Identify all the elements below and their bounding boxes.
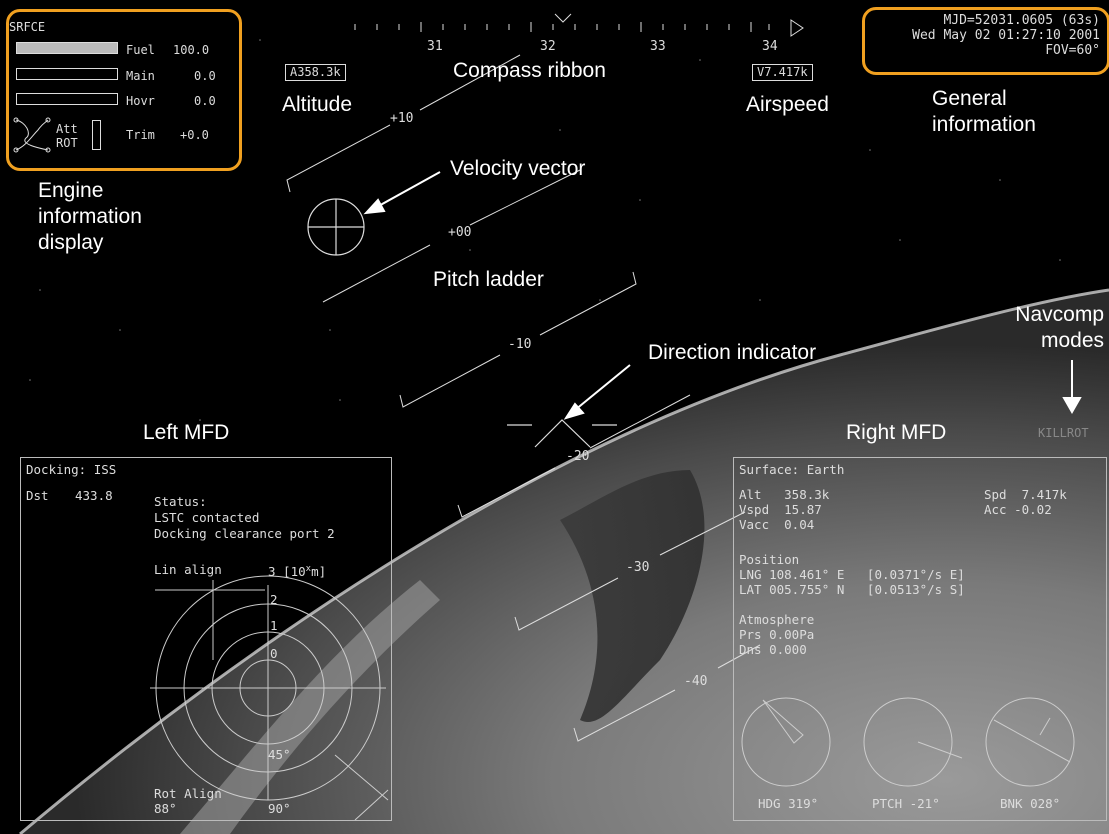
scale-mark-1: 1 [270,618,278,633]
caption-direction-indicator: Direction indicator [648,341,817,364]
angle-45-label: 45° [268,747,291,762]
hdg-readout: HDG 319° [758,796,819,811]
bnk-readout: BNK 028° [1000,796,1061,811]
pitch-label-minus20: -20 [566,449,590,464]
ptch-readout: PTCH -21° [872,796,940,811]
pitch-label-minus10: -10 [508,337,532,352]
left-mfd-status-1: Status: [154,494,207,509]
angle-90-label: 90° [268,801,291,816]
caption-altitude: Altitude [282,93,353,116]
right-mfd-lng: LNG 108.461° E [0.0371°/s E] [739,567,965,582]
caption-right-mfd: Right MFD [846,421,947,444]
pitch-rung-00 [322,244,431,303]
pitch-label-minus40: -40 [684,674,708,689]
left-mfd-status-3: Docking clearance port 2 [154,526,335,541]
caption-velocity-vector: Velocity vector [450,157,586,180]
caption-left-mfd: Left MFD [143,421,230,444]
pitch-rung-minus10 [399,354,501,408]
right-mfd-title: Surface: Earth [739,462,845,477]
left-mfd-dst-label: Dst [26,488,49,503]
scale-mark-0: 0 [270,646,278,661]
lin-align-scale: 3 [10xm] [268,564,327,580]
caption-airspeed: Airspeed [746,93,829,116]
pitch-label-00: +00 [448,225,472,240]
right-mfd-lat: LAT 005.755° N [0.0513°/s S] [739,582,965,597]
rot-align-value: 88° [154,801,177,816]
left-mfd-title: Docking: ISS [26,462,117,477]
pitch-rung-minus10-right [539,271,637,336]
navcomp-mode-label: KILLROT [1038,426,1089,440]
right-mfd-prs: Prs 0.00Pa [739,627,815,642]
pitch-rung-minus20-right [589,394,691,449]
pitch-rung-minus20 [457,467,556,518]
caption-pitch-ladder: Pitch ladder [433,268,544,291]
pitch-label-minus30: -30 [626,560,650,575]
scale-mark-2: 2 [270,592,278,607]
right-mfd-acc: Acc -0.02 [984,502,1052,517]
caption-engine-info: Engine information display [38,179,142,254]
callout-arrows [363,171,1082,420]
pitch-label-plus10: +10 [390,111,414,126]
pitch-rung-minus30 [514,577,619,631]
pitch-rung-plus10 [286,124,391,193]
caption-general-info: General information [932,87,1036,136]
right-mfd-alt: Alt 358.3k [739,487,830,502]
left-mfd-status-2: LSTC contacted [154,510,260,525]
left-mfd-dst-value: 433.8 [75,488,113,503]
right-mfd-position-label: Position [739,552,800,567]
right-mfd-dns: Dns 0.000 [739,642,807,657]
right-mfd-vacc: Vacc 0.04 [739,517,815,532]
lin-align-label: Lin align [154,562,222,577]
velocity-vector-marker [307,198,365,256]
right-mfd-spd: Spd 7.417k [984,487,1067,502]
orbiter-viewport: SRFCE Fuel 100.0 Main 0.0 Hovr 0.0 Att R… [0,0,1109,834]
caption-navcomp-modes: Navcomp modes [1015,303,1104,352]
caption-compass-ribbon: Compass ribbon [453,59,606,82]
rot-align-label: Rot Align [154,786,222,801]
pitch-rung-minus40 [573,689,676,742]
right-mfd-vspd: Vspd 15.87 [739,502,822,517]
right-mfd-atmosphere-label: Atmosphere [739,612,815,627]
